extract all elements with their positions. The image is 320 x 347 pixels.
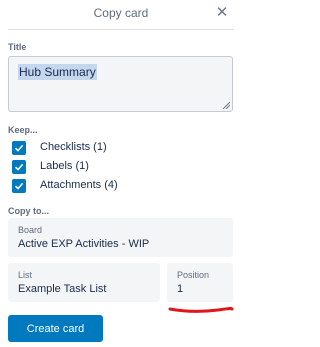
board-select-label: Board <box>18 225 43 235</box>
card-title-value: Hub Summary <box>18 64 97 80</box>
red-underline-annotation <box>168 306 234 313</box>
list-select-label: List <box>18 270 33 280</box>
list-select-value: Example Task List <box>18 283 107 295</box>
checkbox-checked-icon[interactable] <box>12 179 26 193</box>
popover-title: Copy card <box>93 6 149 20</box>
board-select[interactable]: Board Active EXP Activities - WIP <box>8 218 233 257</box>
position-select[interactable]: Position 1 <box>167 263 233 302</box>
keep-attachments-row[interactable]: Attachments (4) <box>8 177 118 195</box>
copy-card-popover: Copy card ✕ Title Hub Summary Keep... Ch… <box>0 0 242 347</box>
board-select-value: Active EXP Activities - WIP <box>18 238 150 250</box>
resize-grip-icon[interactable] <box>222 101 230 109</box>
card-title-textarea[interactable]: Hub Summary <box>8 56 233 112</box>
keep-checklists-label: Checklists (1) <box>40 141 107 153</box>
title-section-label: Title <box>8 42 27 52</box>
position-select-label: Position <box>177 270 210 280</box>
close-icon[interactable]: ✕ <box>214 3 230 21</box>
keep-labels-row[interactable]: Labels (1) <box>8 158 89 176</box>
create-card-button[interactable]: Create card <box>8 315 103 342</box>
keep-labels-label: Labels (1) <box>40 160 89 172</box>
popover-header: Copy card ✕ <box>0 0 242 30</box>
checkbox-checked-icon[interactable] <box>12 160 26 174</box>
position-select-value: 1 <box>177 283 184 295</box>
header-divider <box>8 29 234 30</box>
list-select[interactable]: List Example Task List <box>8 263 160 302</box>
keep-checklists-row[interactable]: Checklists (1) <box>8 139 107 157</box>
keep-section-label: Keep... <box>8 125 38 135</box>
copy-to-section-label: Copy to... <box>8 206 49 216</box>
checkbox-checked-icon[interactable] <box>12 141 26 155</box>
keep-attachments-label: Attachments (4) <box>40 179 118 191</box>
